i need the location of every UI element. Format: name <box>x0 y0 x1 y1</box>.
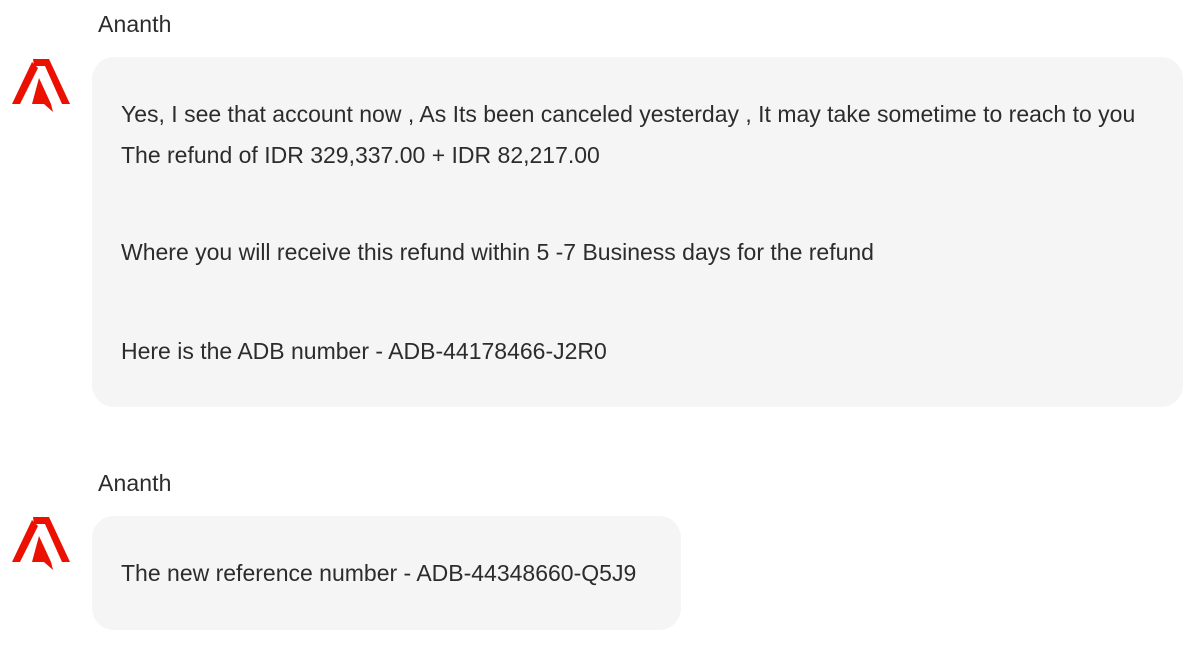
sender-name: Ananth <box>98 470 172 496</box>
adobe-logo-icon <box>11 58 71 114</box>
message-bubble: Yes, I see that account now , As Its bee… <box>92 57 1183 407</box>
message-text: Where you will receive this refund withi… <box>121 239 874 265</box>
sender-name: Ananth <box>98 11 172 37</box>
message-text: Yes, I see that account now , As Its bee… <box>121 101 1136 127</box>
message-bubble: The new reference number - ADB-44348660-… <box>92 516 681 630</box>
message-text: The new reference number - ADB-44348660-… <box>121 560 637 586</box>
adobe-logo-icon <box>11 516 71 572</box>
message-text: Here is the ADB number - ADB-44178466-J2… <box>121 338 607 364</box>
message-text: The refund of IDR 329,337.00 + IDR 82,21… <box>121 142 600 168</box>
